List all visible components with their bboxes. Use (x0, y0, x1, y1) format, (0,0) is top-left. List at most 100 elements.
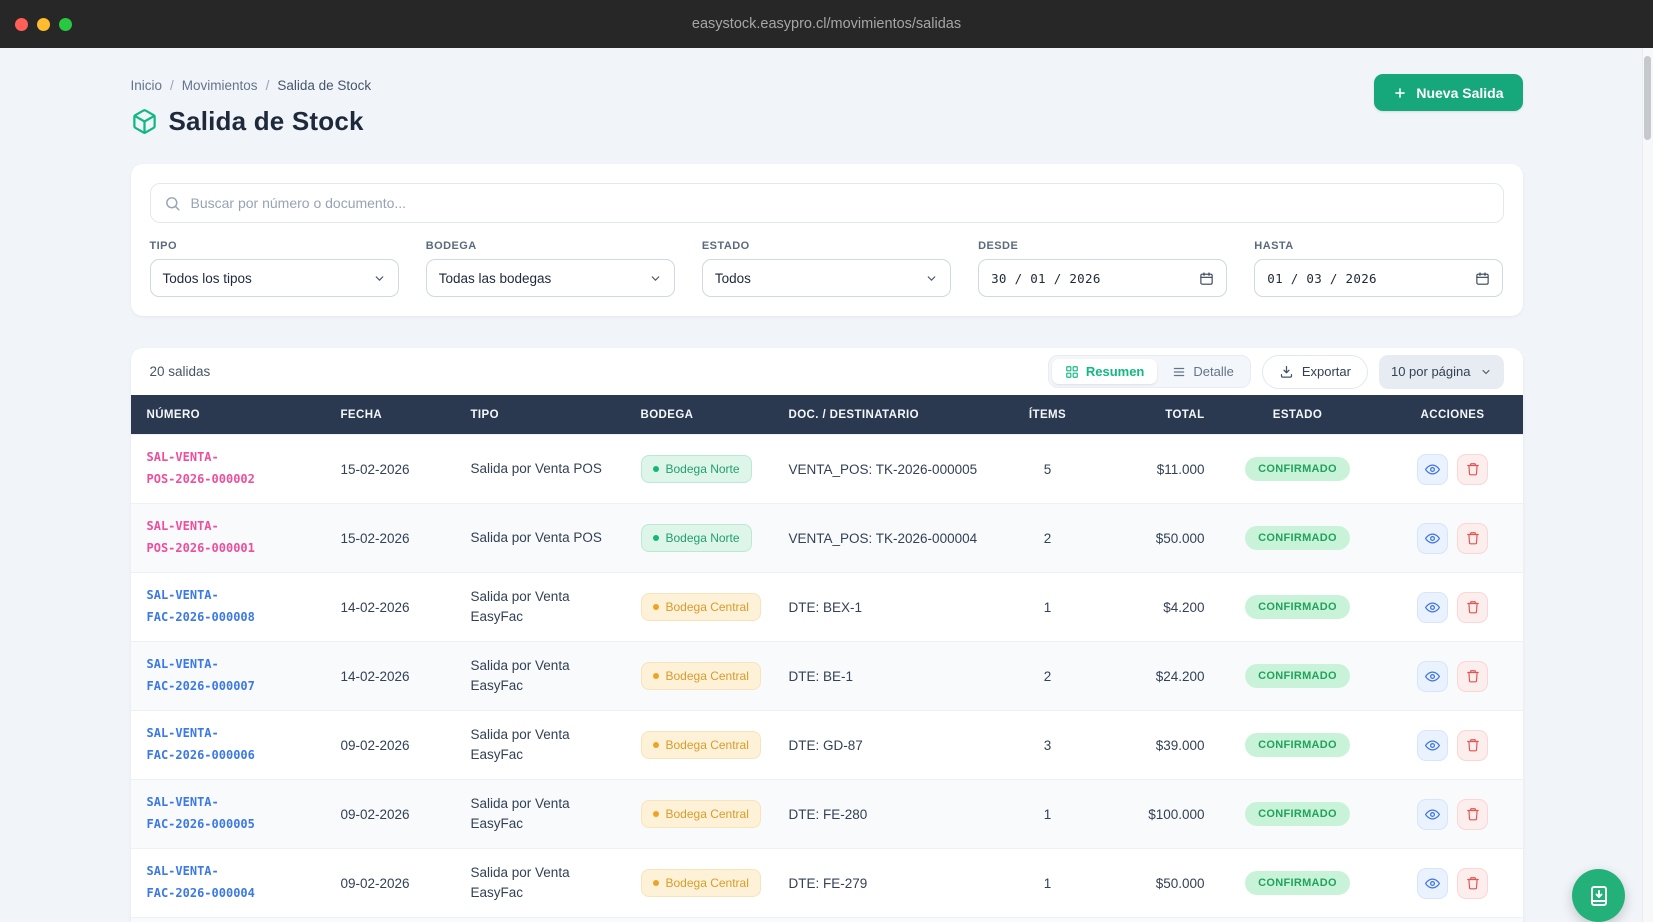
column-bodega: BODEGA (625, 409, 773, 421)
salida-total: $39.000 (1083, 738, 1213, 753)
breadcrumb-current: Salida de Stock (277, 78, 371, 93)
window-titlebar: easystock.easypro.cl/movimientos/salidas (0, 0, 1653, 48)
filter-bodega: BODEGA Todas las bodegas (426, 240, 675, 297)
salida-items: 1 (1013, 807, 1083, 822)
salida-fecha: 15-02-2026 (325, 531, 455, 546)
salida-fecha: 14-02-2026 (325, 600, 455, 615)
view-row-button[interactable] (1417, 799, 1448, 830)
close-window-button[interactable] (15, 18, 28, 31)
calendar-icon (1199, 271, 1214, 286)
delete-row-button[interactable] (1457, 868, 1488, 899)
search-input[interactable] (191, 195, 1490, 211)
table-row: SAL-VENTA-FAC-2026-000005 09-02-2026 Sal… (131, 779, 1523, 848)
filter-bodega-label: BODEGA (426, 240, 675, 252)
trash-icon (1466, 531, 1480, 545)
column-doc-destinatario: DOC. / DESTINATARIO (773, 409, 1013, 421)
salida-tipo: Salida por Venta EasyFac (471, 725, 625, 766)
export-label: Exportar (1302, 364, 1351, 379)
filter-hasta: HASTA 01 / 03 / 2026 (1254, 240, 1503, 297)
view-row-button[interactable] (1417, 454, 1448, 485)
export-button[interactable]: Exportar (1262, 355, 1368, 389)
column-acciones: ACCIONES (1383, 409, 1523, 421)
scrollbar-track[interactable] (1642, 48, 1653, 922)
status-dot-icon (653, 604, 659, 610)
salida-total: $11.000 (1083, 462, 1213, 477)
status-dot-icon (653, 742, 659, 748)
column-total: TOTAL (1083, 409, 1213, 421)
salida-total: $50.000 (1083, 876, 1213, 891)
salida-number-link[interactable]: SAL-VENTA-POS-2026-000002 (147, 447, 325, 490)
column-items: ÍTEMS (1013, 409, 1083, 421)
filter-estado: ESTADO Todos (702, 240, 951, 297)
salida-number-link[interactable]: SAL-VENTA-FAC-2026-000007 (147, 654, 325, 697)
view-row-button[interactable] (1417, 523, 1448, 554)
salida-fecha: 09-02-2026 (325, 807, 455, 822)
new-salida-button[interactable]: Nueva Salida (1374, 74, 1522, 111)
table-row: SAL-VENTA-POS-2026-000001 15-02-2026 Sal… (131, 503, 1523, 572)
view-row-button[interactable] (1417, 868, 1448, 899)
salida-doc: DTE: FE-280 (773, 807, 1013, 822)
breadcrumb-movimientos[interactable]: Movimientos (182, 78, 258, 93)
view-toggle-detalle[interactable]: Detalle (1159, 359, 1246, 384)
salida-doc: DTE: FE-279 (773, 876, 1013, 891)
page-header: Inicio / Movimientos / Salida de Stock S… (131, 74, 1523, 137)
salida-fecha: 09-02-2026 (325, 738, 455, 753)
download-icon (1279, 364, 1294, 379)
status-dot-icon (653, 673, 659, 679)
scrollbar-thumb[interactable] (1644, 56, 1651, 140)
delete-row-button[interactable] (1457, 730, 1488, 761)
per-page-value: 10 por página (1391, 364, 1471, 379)
eye-icon (1425, 669, 1440, 684)
bodega-badge: Bodega Central (641, 800, 761, 828)
salida-tipo: Salida por Venta POS (471, 459, 625, 479)
delete-row-button[interactable] (1457, 523, 1488, 554)
tipo-select[interactable]: Todos los tipos (150, 259, 399, 297)
salida-items: 5 (1013, 462, 1083, 477)
hasta-date-input[interactable]: 01 / 03 / 2026 (1254, 259, 1503, 297)
salida-number-link[interactable]: SAL-VENTA-FAC-2026-000005 (147, 792, 325, 835)
list-icon (1172, 365, 1186, 379)
filter-desde-label: DESDE (978, 240, 1227, 252)
maximize-window-button[interactable] (59, 18, 72, 31)
hasta-date-value: 01 / 03 / 2026 (1267, 271, 1377, 286)
delete-row-button[interactable] (1457, 661, 1488, 692)
estado-select[interactable]: Todos (702, 259, 951, 297)
minimize-window-button[interactable] (37, 18, 50, 31)
eye-icon (1425, 807, 1440, 822)
trash-icon (1466, 669, 1480, 683)
delete-row-button[interactable] (1457, 592, 1488, 623)
column-numero: NÚMERO (131, 409, 325, 421)
desde-date-input[interactable]: 30 / 01 / 2026 (978, 259, 1227, 297)
view-row-button[interactable] (1417, 592, 1448, 623)
per-page-select[interactable]: 10 por página (1379, 355, 1504, 389)
salida-total: $24.200 (1083, 669, 1213, 684)
grid-icon (1065, 365, 1079, 379)
bodega-select[interactable]: Todas las bodegas (426, 259, 675, 297)
salida-doc: DTE: GD-87 (773, 738, 1013, 753)
new-salida-label: Nueva Salida (1416, 85, 1503, 101)
status-dot-icon (653, 466, 659, 472)
delete-row-button[interactable] (1457, 799, 1488, 830)
salida-doc: VENTA_POS: TK-2026-000004 (773, 531, 1013, 546)
breadcrumb-inicio[interactable]: Inicio (131, 78, 163, 93)
delete-row-button[interactable] (1457, 454, 1488, 485)
salida-doc: VENTA_POS: TK-2026-000005 (773, 462, 1013, 477)
view-row-button[interactable] (1417, 661, 1448, 692)
column-estado: ESTADO (1213, 409, 1383, 421)
salida-number-link[interactable]: SAL-VENTA-FAC-2026-000006 (147, 723, 325, 766)
salida-fecha: 09-02-2026 (325, 876, 455, 891)
salida-number-link[interactable]: SAL-VENTA-FAC-2026-000004 (147, 861, 325, 904)
view-detalle-label: Detalle (1193, 364, 1233, 379)
status-dot-icon (653, 880, 659, 886)
salida-number-link[interactable]: SAL-VENTA-FAC-2026-000008 (147, 585, 325, 628)
view-toggle-resumen[interactable]: Resumen (1052, 359, 1158, 384)
salida-total: $100.000 (1083, 807, 1213, 822)
salida-number-link[interactable]: SAL-VENTA-POS-2026-000001 (147, 516, 325, 559)
table-row: SAL-VENTA-FAC-2026-000006 09-02-2026 Sal… (131, 710, 1523, 779)
floating-action-button[interactable] (1572, 869, 1625, 922)
estado-badge: CONFIRMADO (1245, 871, 1350, 895)
salida-tipo: Salida por Venta POS (471, 528, 625, 548)
trash-icon (1466, 807, 1480, 821)
view-row-button[interactable] (1417, 730, 1448, 761)
salida-tipo: Salida por Venta EasyFac (471, 587, 625, 628)
